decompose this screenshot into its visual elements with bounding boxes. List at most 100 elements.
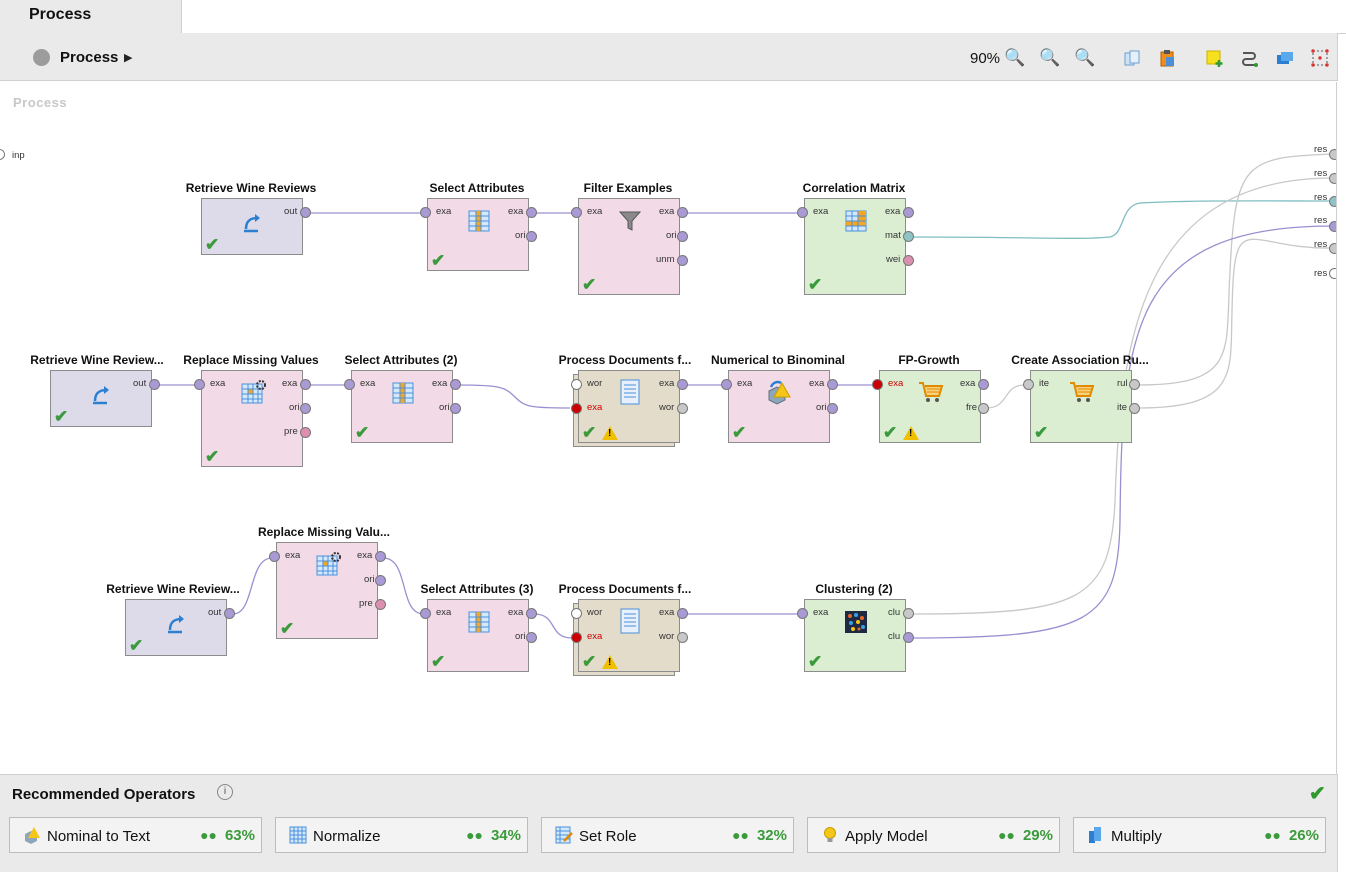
operator-clustering-2[interactable]: exa clu clu ✔ xyxy=(804,599,906,672)
port-label-exa: exa xyxy=(210,378,226,389)
add-note-icon[interactable] xyxy=(1204,47,1226,69)
port-out[interactable] xyxy=(978,403,989,414)
recommended-operator-set-role[interactable]: Set Role ●● 32% xyxy=(541,817,794,853)
collapse-chevron-icon[interactable]: ✔ xyxy=(1309,781,1326,806)
operator-select-attributes-3[interactable]: exa exa ori ✔ xyxy=(427,599,529,672)
operator-create-association-rules[interactable]: ite rul ite ✔ xyxy=(1030,370,1132,443)
port-in[interactable] xyxy=(797,207,808,218)
port-out[interactable] xyxy=(903,207,914,218)
tab-process[interactable]: Process xyxy=(0,0,182,33)
port-in[interactable] xyxy=(571,608,582,619)
port-in[interactable] xyxy=(194,379,205,390)
port-out[interactable] xyxy=(903,632,914,643)
port-out[interactable] xyxy=(1129,379,1140,390)
port-in[interactable] xyxy=(344,379,355,390)
port-out[interactable] xyxy=(903,255,914,266)
operator-retrieve-wine-reviews[interactable]: out ✔ xyxy=(201,198,303,255)
operator-retrieve-wine-reviews-3[interactable]: out ✔ xyxy=(125,599,227,656)
operator-filter-examples[interactable]: exa exa ori unm ✔ xyxy=(578,198,680,295)
copy-icon[interactable] xyxy=(1121,47,1143,69)
operator-process-documents[interactable]: wor exa exa wor ✔ ! xyxy=(578,370,680,443)
port-out[interactable] xyxy=(677,207,688,218)
port-out[interactable] xyxy=(526,632,537,643)
result-port-6[interactable] xyxy=(1329,268,1336,279)
port-out[interactable] xyxy=(677,231,688,242)
auto-wire-icon[interactable] xyxy=(1239,47,1261,69)
filter-icon xyxy=(618,211,642,231)
users-icon: ●● xyxy=(200,827,217,843)
usage-percent: 34% xyxy=(490,827,521,844)
port-in-error[interactable] xyxy=(872,379,883,390)
port-in[interactable] xyxy=(420,608,431,619)
operator-numerical-to-binominal[interactable]: exa exa ori ✔ xyxy=(728,370,830,443)
paste-icon[interactable] xyxy=(1156,47,1178,69)
port-out[interactable] xyxy=(677,255,688,266)
port-out[interactable] xyxy=(526,231,537,242)
port-out[interactable] xyxy=(149,379,160,390)
port-out[interactable] xyxy=(375,575,386,586)
result-port-4[interactable] xyxy=(1329,221,1336,232)
result-port-3[interactable] xyxy=(1329,196,1336,207)
operator-process-documents-2[interactable]: wor exa exa wor ✔ ! xyxy=(578,599,680,672)
port-label-ori: ori xyxy=(515,230,526,241)
result-port-label-3: res xyxy=(1314,192,1328,203)
operator-fp-growth[interactable]: exa exa fre ✔ ! xyxy=(879,370,981,443)
result-port-5[interactable] xyxy=(1329,243,1336,254)
port-out[interactable] xyxy=(827,379,838,390)
warning-icon: ! xyxy=(903,426,919,440)
port-in[interactable] xyxy=(571,207,582,218)
port-out[interactable] xyxy=(677,632,688,643)
port-out[interactable] xyxy=(300,403,311,414)
port-out[interactable] xyxy=(450,379,461,390)
recommended-operator-normalize[interactable]: Normalize ●● 34% xyxy=(275,817,528,853)
recommended-operator-apply-model[interactable]: Apply Model ●● 29% xyxy=(807,817,1060,853)
port-out[interactable] xyxy=(903,231,914,242)
port-out[interactable] xyxy=(526,608,537,619)
port-out[interactable] xyxy=(903,608,914,619)
port-in-error[interactable] xyxy=(571,403,582,414)
operator-select-attributes[interactable]: exa exa ori ✔ xyxy=(427,198,529,271)
status-ok-icon: ✔ xyxy=(280,619,295,638)
port-out[interactable] xyxy=(677,403,688,414)
port-in[interactable] xyxy=(269,551,280,562)
operator-replace-missing-values[interactable]: exa exa ori pre ✔ xyxy=(201,370,303,467)
port-out[interactable] xyxy=(1129,403,1140,414)
port-in[interactable] xyxy=(571,379,582,390)
port-in[interactable] xyxy=(1023,379,1034,390)
port-out[interactable] xyxy=(526,207,537,218)
zoom-reset-icon[interactable]: 🔍 xyxy=(1004,47,1026,69)
port-in[interactable] xyxy=(721,379,732,390)
arrange-operators-icon[interactable] xyxy=(1274,47,1296,69)
breadcrumb-arrow-icon[interactable]: ▶ xyxy=(124,51,132,64)
port-out[interactable] xyxy=(978,379,989,390)
warning-icon: ! xyxy=(602,426,618,440)
port-out[interactable] xyxy=(827,403,838,414)
port-out[interactable] xyxy=(300,427,311,438)
recommended-operator-multiply[interactable]: Multiply ●● 26% xyxy=(1073,817,1326,853)
port-out[interactable] xyxy=(450,403,461,414)
fit-to-screen-icon[interactable] xyxy=(1309,47,1331,69)
port-out[interactable] xyxy=(677,608,688,619)
breadcrumb[interactable]: Process xyxy=(60,49,118,66)
port-label-exa: exa xyxy=(285,550,301,561)
process-canvas[interactable]: Process inp res res res res res res Retr… xyxy=(0,82,1337,774)
port-out[interactable] xyxy=(300,207,311,218)
operator-select-attributes-2[interactable]: exa exa ori ✔ xyxy=(351,370,453,443)
port-in[interactable] xyxy=(797,608,808,619)
operator-retrieve-wine-reviews-2[interactable]: out ✔ xyxy=(50,370,152,427)
port-in[interactable] xyxy=(420,207,431,218)
result-port-2[interactable] xyxy=(1329,173,1336,184)
operator-correlation-matrix[interactable]: exa exa mat wei ✔ xyxy=(804,198,906,295)
zoom-out-icon[interactable]: 🔍 xyxy=(1074,47,1096,69)
info-icon[interactable]: i xyxy=(217,784,233,800)
recommended-operator-nominal-to-text[interactable]: Nominal to Text ●● 63% xyxy=(9,817,262,853)
result-port-1[interactable] xyxy=(1329,149,1336,160)
port-out[interactable] xyxy=(300,379,311,390)
port-out[interactable] xyxy=(375,551,386,562)
port-out[interactable] xyxy=(677,379,688,390)
port-out[interactable] xyxy=(375,599,386,610)
port-in-error[interactable] xyxy=(571,632,582,643)
port-out[interactable] xyxy=(224,608,235,619)
operator-replace-missing-values-2[interactable]: exa exa ori pre ✔ xyxy=(276,542,378,639)
zoom-in-icon[interactable]: 🔍 xyxy=(1039,47,1061,69)
